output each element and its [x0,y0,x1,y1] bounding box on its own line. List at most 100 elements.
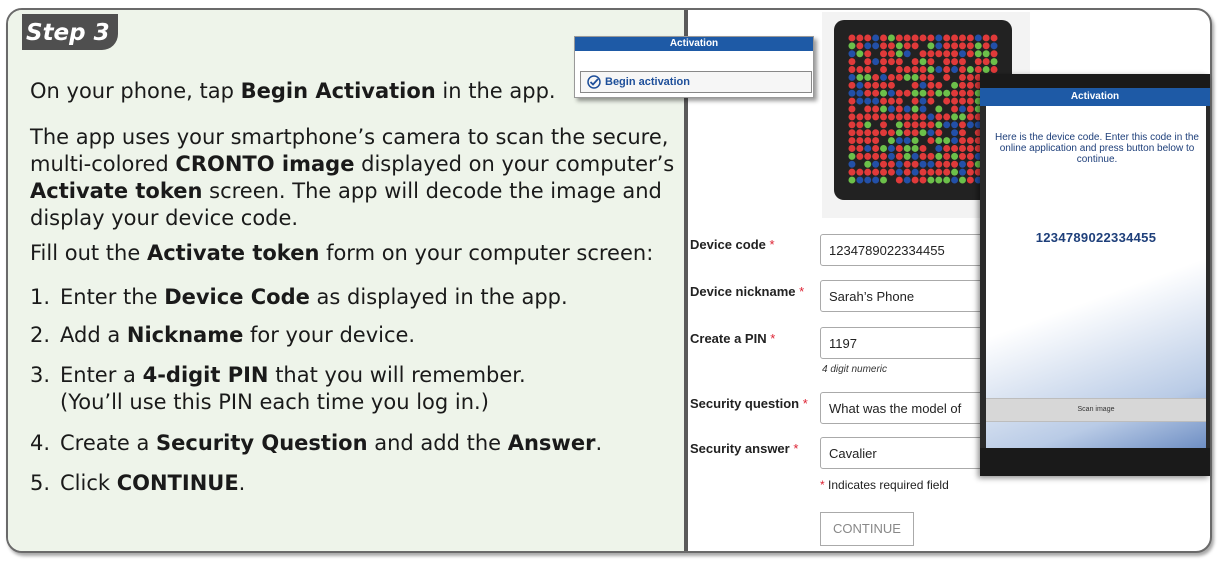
cronto-dot [856,113,864,121]
cronto-dot [959,113,966,121]
cronto-dot [935,176,943,184]
cronto-dot [959,105,966,113]
cronto-dot [895,137,903,145]
cronto-dot [959,50,966,58]
cronto-dot [959,81,966,89]
cronto-dot [856,176,864,184]
cronto-dot [943,121,951,129]
instruction-paragraph-1: On your phone, tap Begin Activation in t… [30,79,556,103]
cronto-dot [974,58,982,66]
cronto-dot [974,42,982,50]
cronto-dot [856,129,864,137]
cronto-dot [935,168,943,176]
cronto-dot [966,73,974,81]
cronto-dot [927,73,935,81]
phone-message: Here is the device code. Enter this code… [994,132,1199,165]
cronto-dot [951,152,959,160]
cronto-dot [864,129,872,137]
cronto-dot [966,168,974,176]
cronto-dot [927,97,935,105]
cronto-dot [887,50,895,58]
cronto-dot [864,168,872,176]
cronto-dot [872,34,880,42]
cronto-dot [856,73,864,81]
cronto-dot [959,89,966,97]
cronto-dot [880,50,887,58]
cronto-dot [895,152,903,160]
cronto-dot [903,160,911,168]
cronto-dot [895,121,903,129]
cronto-dot [911,42,919,50]
cronto-dot [927,50,935,58]
phone-header: Activation [980,88,1210,106]
cronto-dot [895,113,903,121]
cronto-dot [911,129,919,137]
cronto-dot [903,145,911,152]
cronto-dot [966,113,974,121]
cronto-dot [848,97,856,105]
cronto-dot [927,58,935,66]
cronto-dot [966,105,974,113]
cronto-dot [887,137,895,145]
cronto-dot [951,160,959,168]
cronto-dot [911,34,919,42]
cronto-dot [848,89,856,97]
cronto-dot [919,168,927,176]
cronto-dot [864,81,872,89]
cronto-dot [974,34,982,42]
cronto-dot [856,42,864,50]
cronto-dot [880,105,887,113]
cronto-dot [935,66,943,73]
cronto-dot [887,81,895,89]
cronto-dot [951,176,959,184]
cronto-dot [880,152,887,160]
cronto-dot [856,66,864,73]
cronto-dot [951,66,959,73]
begin-activation-button[interactable]: Begin activation [580,71,812,93]
cronto-dot [959,97,966,105]
cronto-dot [880,113,887,121]
cronto-dot [990,50,998,58]
cronto-dot [903,66,911,73]
cronto-dot [966,66,974,73]
cronto-dot [880,121,887,129]
step-tab: Step 3 [22,14,118,50]
cronto-dot [951,121,959,129]
cronto-dot [887,145,895,152]
step-item-5: 5. Click CONTINUE. [30,471,246,495]
cronto-dot [895,58,903,66]
cronto-dot [864,152,872,160]
cronto-dot [919,176,927,184]
cronto-dot [982,34,990,42]
cronto-dot [911,121,919,129]
cronto-dot [848,105,856,113]
cronto-dot [856,34,864,42]
cronto-dot [872,137,880,145]
cronto-dot [856,50,864,58]
step-item-4: 4. Create a Security Question and add the… [30,431,603,455]
cronto-dot [959,137,966,145]
cronto-dot [911,176,919,184]
cronto-dot [951,81,959,89]
cronto-dot [864,137,872,145]
cronto-dot [911,66,919,73]
cronto-dot [856,121,864,129]
phone-screen: Here is the device code. Enter this code… [986,106,1206,448]
continue-button[interactable]: CONTINUE [820,512,914,546]
cronto-dot [872,81,880,89]
cronto-dot [864,160,872,168]
cronto-dot [966,97,974,105]
cronto-dot [935,145,943,152]
cronto-dot [864,121,872,129]
instruction-paragraph-3: Fill out the Activate token form on your… [30,241,654,265]
cronto-dot [935,152,943,160]
cronto-dot [887,129,895,137]
cronto-dot [848,113,856,121]
scan-image-button[interactable]: Scan image [986,398,1206,422]
cronto-dot [966,34,974,42]
cronto-dot [895,42,903,50]
cronto-dot [903,89,911,97]
cronto-dot [848,73,856,81]
cronto-dot [943,66,951,73]
cronto-dot [959,176,966,184]
